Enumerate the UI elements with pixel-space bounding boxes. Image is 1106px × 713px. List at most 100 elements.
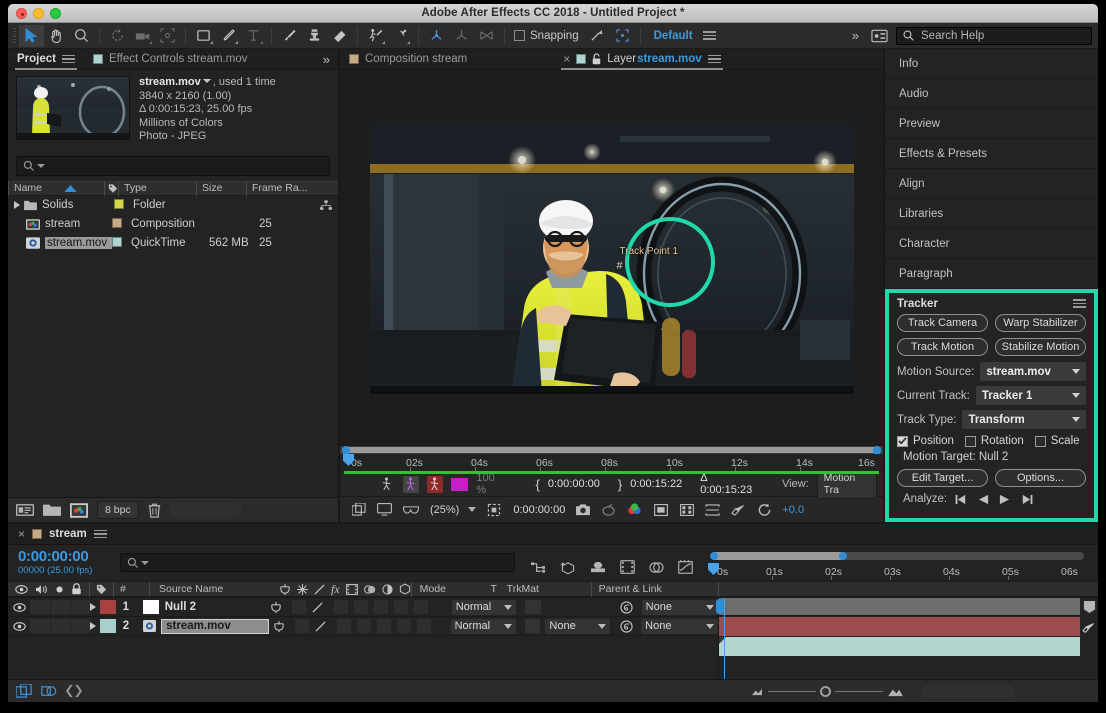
in-point-icon[interactable]: { xyxy=(536,477,540,492)
time-scrollbar[interactable] xyxy=(340,445,883,455)
collapse-icon[interactable] xyxy=(297,583,308,595)
selection-tool[interactable] xyxy=(19,24,44,47)
viewer-current-time[interactable]: 0:00:00:00 xyxy=(513,504,565,516)
rotation-checkbox[interactable] xyxy=(964,435,976,447)
roto-brush-tool[interactable] xyxy=(363,25,388,47)
toggle-switches-modes-icon[interactable] xyxy=(16,683,33,699)
3d-layer-icon[interactable] xyxy=(399,583,411,595)
color-management-icon[interactable] xyxy=(730,501,747,518)
item-name-dropdown-icon[interactable] xyxy=(202,79,211,83)
row-label-swatch[interactable] xyxy=(112,217,122,228)
workspace-settings-icon[interactable] xyxy=(867,25,892,47)
scale-checkbox[interactable] xyxy=(1034,435,1046,447)
layer-shy-icon[interactable] xyxy=(270,601,286,613)
time-ruler[interactable]: 0s 02s 04s 06s 08s 10s 12s 14s 16s xyxy=(340,454,883,474)
panel-libraries[interactable]: Libraries xyxy=(885,199,1098,229)
panel-character[interactable]: Character xyxy=(885,229,1098,259)
enable-motion-blur-icon[interactable] xyxy=(649,561,664,574)
layer-visibility-toggle[interactable] xyxy=(8,621,30,631)
tracker-panel-menu-icon[interactable] xyxy=(1073,299,1086,308)
column-index[interactable]: # xyxy=(113,581,149,597)
layer-audio-toggle[interactable] xyxy=(30,600,50,614)
table-row[interactable]: 1 Null 2 Normal None xyxy=(8,598,718,617)
layer-label-color[interactable] xyxy=(100,619,116,633)
layer-lock-toggle[interactable] xyxy=(71,600,90,614)
brush-tool[interactable] xyxy=(277,25,302,47)
draft-3d-icon[interactable] xyxy=(560,560,576,574)
layer-t-toggle[interactable] xyxy=(524,619,541,633)
layer-t-toggle[interactable] xyxy=(525,600,542,614)
column-parent-link[interactable]: Parent & Link xyxy=(590,581,718,597)
scrollbar-left-handle[interactable] xyxy=(710,552,718,560)
layer-shy-icon[interactable] xyxy=(273,620,289,632)
timeline-zoom-slider[interactable] xyxy=(750,685,904,697)
opacity-value[interactable]: 100 % xyxy=(476,472,505,496)
layer-bar-null2[interactable] xyxy=(719,617,1080,636)
zoom-tool[interactable] xyxy=(69,25,94,47)
edit-target-button[interactable]: Edit Target... xyxy=(897,469,988,487)
zoom-out-icon[interactable] xyxy=(750,687,764,696)
walk-icon-3[interactable] xyxy=(426,475,443,493)
out-point-icon[interactable]: } xyxy=(618,477,622,492)
snap-arrow-icon[interactable] xyxy=(585,25,610,47)
layer-marker-icon[interactable] xyxy=(1080,617,1098,636)
adjustment-layer-icon[interactable] xyxy=(382,583,393,595)
composition-mini-flowchart-icon[interactable] xyxy=(531,561,546,574)
analyze-1-forward-icon[interactable] xyxy=(1019,494,1033,505)
timeline-tab[interactable]: × stream xyxy=(8,524,1098,545)
stabilize-motion-button[interactable]: Stabilize Motion xyxy=(995,338,1086,356)
type-tool[interactable] xyxy=(241,25,266,47)
tab-effect-controls[interactable]: Effect Controls stream.mov xyxy=(84,49,256,70)
solo-icon[interactable] xyxy=(55,585,64,594)
scrollbar-right-handle[interactable] xyxy=(839,552,847,560)
monitor-icon[interactable] xyxy=(376,501,393,518)
world-axis-mode-icon[interactable] xyxy=(449,25,474,47)
layer-expand-triangle-icon[interactable] xyxy=(90,622,96,630)
timeline-search-input[interactable] xyxy=(120,553,515,572)
camera-tool[interactable] xyxy=(130,25,155,47)
table-row[interactable]: Solids Folder xyxy=(8,196,338,215)
lock-icon[interactable] xyxy=(592,53,601,65)
analyze-1-backward-icon[interactable] xyxy=(955,494,969,505)
layer-label-color[interactable] xyxy=(100,600,116,614)
layer-lock-toggle[interactable] xyxy=(71,619,90,633)
parent-pickwhip-icon[interactable] xyxy=(616,619,636,633)
transparency-grid-icon[interactable] xyxy=(678,501,695,518)
column-trkmat[interactable]: TrkMat xyxy=(507,583,591,595)
bit-depth-button[interactable]: 8 bpc xyxy=(97,501,139,519)
channel-rgb-icon[interactable] xyxy=(626,501,643,518)
project-tabs-overflow-icon[interactable]: » xyxy=(315,52,338,67)
puppet-pin-tool[interactable] xyxy=(388,25,413,47)
comp-marker-icon[interactable] xyxy=(1080,598,1098,616)
region-of-interest-icon[interactable] xyxy=(704,501,721,518)
panel-align[interactable]: Align xyxy=(885,169,1098,199)
column-size[interactable]: Size xyxy=(196,180,246,196)
timeline-horizontal-scrollbar[interactable] xyxy=(922,684,1014,698)
audio-icon[interactable] xyxy=(35,584,48,595)
options-button[interactable]: Options... xyxy=(995,469,1086,487)
label-tag-icon[interactable] xyxy=(96,584,107,595)
snapping-toggle[interactable]: Snapping xyxy=(514,30,579,42)
lock-icon[interactable] xyxy=(71,583,82,595)
always-preview-icon[interactable] xyxy=(350,501,367,518)
track-point-circle[interactable] xyxy=(624,216,715,307)
snapping-checkbox[interactable] xyxy=(514,30,525,41)
layer-panel-menu-icon[interactable] xyxy=(707,54,721,64)
duration-value[interactable]: Δ 0:00:15:23 xyxy=(700,472,758,496)
3d-glasses-icon[interactable] xyxy=(402,501,419,518)
walk-icon-2[interactable] xyxy=(402,475,419,493)
column-label-color[interactable] xyxy=(104,180,118,196)
enable-frame-blending-icon[interactable] xyxy=(620,560,635,574)
resolution-icon[interactable] xyxy=(652,501,669,518)
graph-editor-icon[interactable] xyxy=(678,560,693,574)
tab-project[interactable]: Project xyxy=(8,49,84,70)
zoom-dropdown-icon[interactable] xyxy=(468,507,477,512)
zoom-level[interactable]: (25%) xyxy=(430,504,459,516)
row-label-swatch[interactable] xyxy=(112,236,122,247)
zoom-slider-knob[interactable] xyxy=(820,685,831,697)
tab-composition[interactable]: Composition stream xyxy=(340,49,476,70)
hide-show-panel-icon[interactable] xyxy=(66,684,82,698)
track-type-select[interactable]: Transform xyxy=(962,410,1086,429)
toolbar-grip[interactable] xyxy=(10,27,19,44)
pen-tool[interactable] xyxy=(216,25,241,47)
